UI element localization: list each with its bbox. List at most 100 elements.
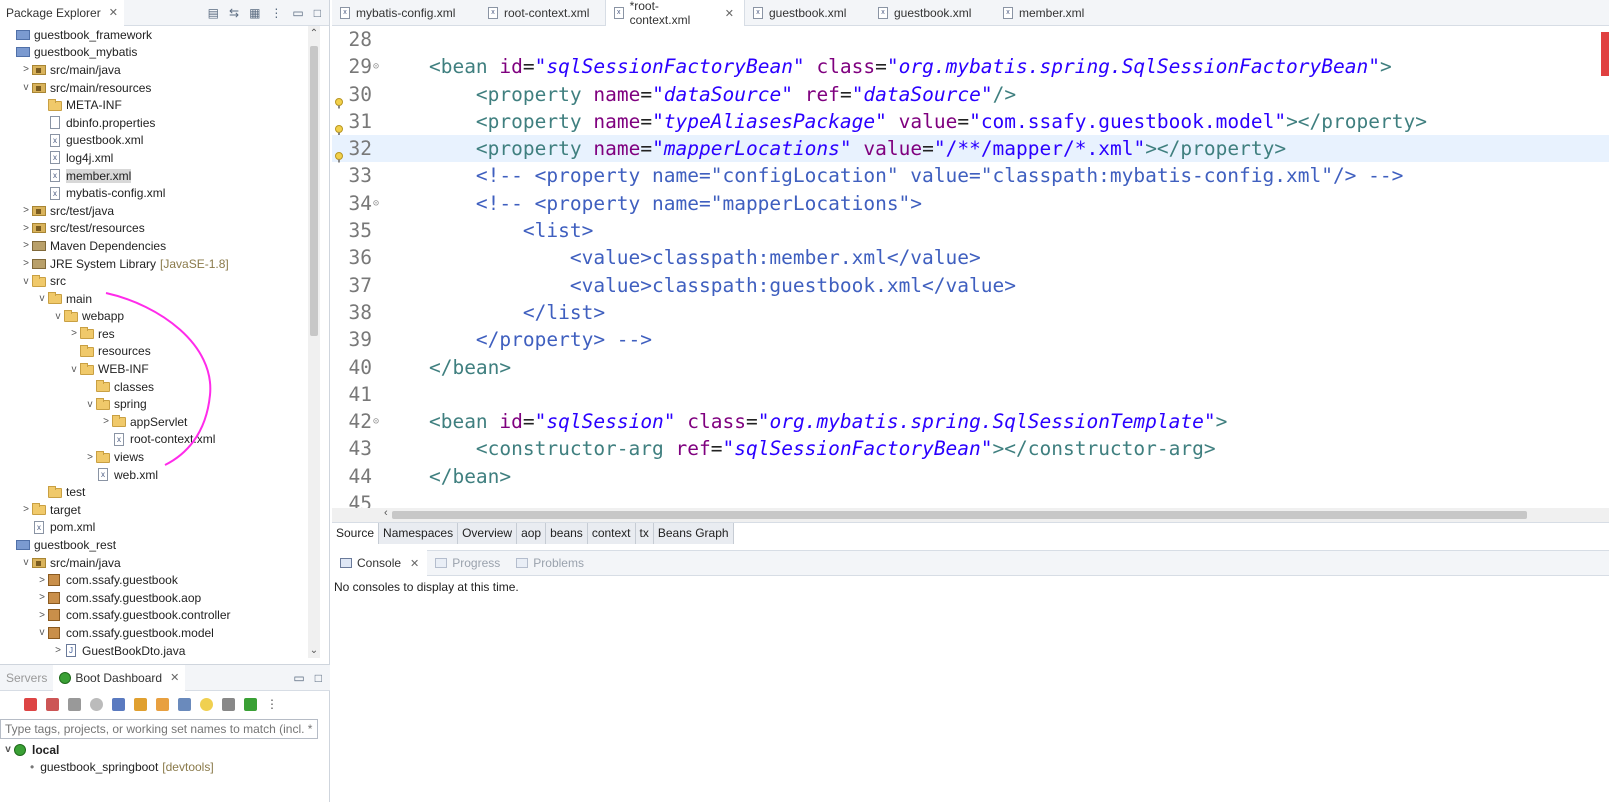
- tree-item[interactable]: classes: [0, 378, 318, 396]
- tree-item[interactable]: > Maven Dependencies: [0, 237, 318, 255]
- tree-item[interactable]: > target: [0, 501, 318, 519]
- stop-icon[interactable]: [68, 697, 81, 711]
- restart-icon[interactable]: [24, 697, 37, 711]
- chevron-right-icon[interactable]: >: [20, 504, 32, 515]
- tab-beans-graph[interactable]: Beans Graph: [653, 523, 734, 544]
- chevron-down-icon[interactable]: v: [20, 557, 32, 568]
- tree-item[interactable]: META-INF: [0, 96, 318, 114]
- tree-item[interactable]: guestbook_framework: [0, 26, 318, 44]
- tab-console[interactable]: Console ✕: [332, 550, 428, 576]
- tree-item[interactable]: v src: [0, 272, 318, 290]
- close-icon[interactable]: ✕: [725, 7, 734, 20]
- editor-tab[interactable]: x root-context.xml: [480, 0, 605, 26]
- close-icon[interactable]: ✕: [410, 557, 419, 570]
- tree-item[interactable]: > views: [0, 448, 318, 466]
- tree-item[interactable]: dbinfo.properties: [0, 114, 318, 132]
- editor-tab[interactable]: x guestbook.xml: [870, 0, 995, 26]
- chevron-right-icon[interactable]: >: [36, 575, 48, 586]
- link-icon[interactable]: [134, 697, 147, 711]
- close-icon[interactable]: ✕: [109, 6, 118, 19]
- code-line[interactable]: 32 <property name="mapperLocations" valu…: [332, 135, 1609, 163]
- code-line[interactable]: 33 <!-- <property name="configLocation" …: [332, 162, 1609, 189]
- editor-horizontal-scrollbar[interactable]: ‹: [332, 507, 1609, 522]
- tab-context[interactable]: context: [587, 523, 636, 544]
- tree-item[interactable]: x guestbook.xml: [0, 132, 318, 150]
- maximize-icon[interactable]: □: [315, 671, 322, 685]
- tab-servers[interactable]: Servers: [0, 665, 53, 691]
- quick-fix-marker-icon[interactable]: [334, 116, 344, 136]
- tree-item[interactable]: > src/test/java: [0, 202, 318, 220]
- scroll-up-icon[interactable]: ⌃: [308, 28, 320, 39]
- tree-item[interactable]: > com.ssafy.guestbook.controller: [0, 607, 318, 625]
- tree-item[interactable]: v src/main/java: [0, 554, 318, 572]
- code-line[interactable]: 36 <value>classpath:member.xml</value>: [332, 244, 1609, 271]
- editor-tab[interactable]: x mybatis-config.xml: [332, 0, 480, 26]
- editor-tab[interactable]: x guestbook.xml: [745, 0, 870, 26]
- tree-item[interactable]: > src/test/resources: [0, 220, 318, 238]
- quick-fix-marker-icon[interactable]: [334, 143, 344, 163]
- tree-item[interactable]: v main: [0, 290, 318, 308]
- code-line[interactable]: 38 </list>: [332, 299, 1609, 326]
- settings-icon[interactable]: [222, 697, 235, 711]
- code-line[interactable]: 37 <value>classpath:guestbook.xml</value…: [332, 272, 1609, 299]
- local-target[interactable]: v local: [0, 741, 330, 759]
- tree-item[interactable]: v WEB-INF: [0, 360, 318, 378]
- lightbulb-icon[interactable]: [200, 697, 213, 711]
- tree-scrollbar[interactable]: ⌃ ⌄: [308, 26, 320, 658]
- tree-item[interactable]: x mybatis-config.xml: [0, 184, 318, 202]
- debug-restart-icon[interactable]: [46, 697, 59, 711]
- tree-item[interactable]: v webapp: [0, 308, 318, 326]
- code-line[interactable]: 42 ⊝ <bean id="sqlSession" class="org.myb…: [332, 408, 1609, 435]
- fold-toggle-icon[interactable]: ⊝: [373, 408, 379, 435]
- chevron-right-icon[interactable]: >: [100, 416, 112, 427]
- chevron-right-icon[interactable]: >: [36, 610, 48, 621]
- code-line[interactable]: 29 ⊝ <bean id="sqlSessionFactoryBean" cla…: [332, 53, 1609, 80]
- tree-item[interactable]: > com.ssafy.guestbook: [0, 571, 318, 589]
- quick-fix-marker-icon[interactable]: [334, 89, 344, 109]
- scroll-down-icon[interactable]: ⌄: [308, 645, 320, 656]
- code-line[interactable]: 39 </property> -->: [332, 326, 1609, 353]
- tab-source[interactable]: Source: [332, 523, 380, 544]
- tree-item[interactable]: guestbook_rest: [0, 536, 318, 554]
- tab-problems[interactable]: Problems: [508, 550, 592, 576]
- tree-item[interactable]: x web.xml: [0, 466, 318, 484]
- chevron-right-icon[interactable]: >: [68, 328, 80, 339]
- chevron-right-icon[interactable]: >: [20, 205, 32, 216]
- tree-item[interactable]: test: [0, 483, 318, 501]
- tree-item[interactable]: x member.xml: [0, 167, 318, 185]
- open-console-icon[interactable]: [112, 697, 125, 711]
- add-icon[interactable]: [244, 697, 257, 711]
- open-browser-icon[interactable]: [90, 697, 103, 711]
- filter-icon[interactable]: ▦: [249, 6, 260, 20]
- chevron-right-icon[interactable]: >: [20, 258, 32, 269]
- boot-app-row[interactable]: • guestbook_springboot [devtools]: [0, 759, 330, 777]
- tab-aop[interactable]: aop: [517, 523, 547, 544]
- view-menu-icon[interactable]: ⋮: [266, 697, 278, 711]
- scrollbar-thumb[interactable]: [392, 511, 1527, 519]
- chevron-right-icon[interactable]: >: [20, 240, 32, 251]
- filter-input[interactable]: [0, 719, 318, 739]
- link-with-editor-icon[interactable]: ⇆: [229, 6, 239, 20]
- chevron-right-icon[interactable]: >: [36, 592, 48, 603]
- tree-item[interactable]: x root-context.xml: [0, 431, 318, 449]
- code-line[interactable]: 28: [332, 26, 1609, 53]
- tab-overview[interactable]: Overview: [458, 523, 518, 544]
- code-line[interactable]: 40 </bean>: [332, 354, 1609, 381]
- fold-toggle-icon[interactable]: ⊝: [373, 190, 379, 217]
- scroll-left-icon[interactable]: ‹: [384, 507, 388, 519]
- code-line[interactable]: 31 <property name="typeAliasesPackage" v…: [332, 108, 1609, 136]
- chevron-down-icon[interactable]: v: [20, 276, 32, 287]
- chevron-down-icon[interactable]: v: [68, 364, 80, 375]
- chevron-down-icon[interactable]: v: [84, 399, 96, 410]
- editor-tab[interactable]: x *root-context.xml ✕: [605, 0, 745, 27]
- tree-item[interactable]: guestbook_mybatis: [0, 44, 318, 62]
- tab-tx[interactable]: tx: [635, 523, 654, 544]
- tree-item[interactable]: > src/main/java: [0, 61, 318, 79]
- chevron-right-icon[interactable]: >: [20, 223, 32, 234]
- tab-package-explorer[interactable]: Package Explorer ✕: [0, 0, 124, 26]
- editor-tab[interactable]: x member.xml: [995, 0, 1125, 26]
- chevron-right-icon[interactable]: >: [20, 64, 32, 75]
- tree-item[interactable]: v spring: [0, 395, 318, 413]
- close-icon[interactable]: ✕: [170, 671, 179, 684]
- tab-beans[interactable]: beans: [546, 523, 588, 544]
